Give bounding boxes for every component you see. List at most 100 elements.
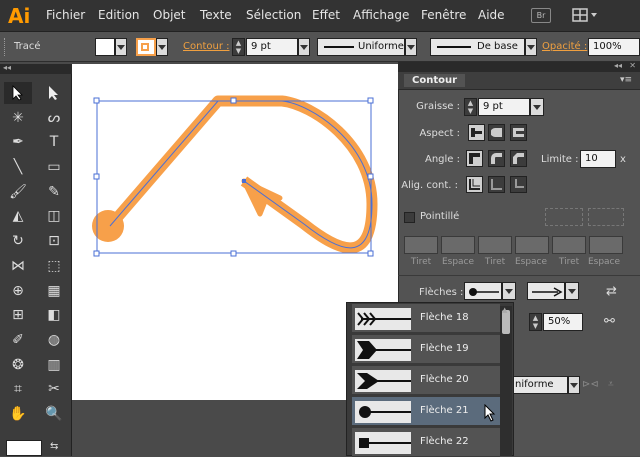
width-tool-icon[interactable]: ⋈ <box>4 255 32 277</box>
contour-link[interactable]: Contour : <box>183 41 229 52</box>
menu-affichage[interactable]: Affichage <box>353 8 409 22</box>
list-item-fleche-20[interactable]: Flèche 20 <box>352 366 500 395</box>
stroke-weight-stepper[interactable]: ▲ ▼ <box>232 38 245 56</box>
miter-join-icon[interactable] <box>466 150 483 167</box>
stroke-style-dropdown[interactable]: Uniforme <box>317 38 405 56</box>
bevel-join-icon[interactable] <box>510 150 527 167</box>
gap-label-3: Espace <box>587 257 621 267</box>
scale-stepper[interactable]: ▲ ▼ <box>529 313 542 331</box>
blend-tool-icon[interactable]: ◍ <box>40 329 68 351</box>
start-arrow-dropdown[interactable] <box>502 282 516 300</box>
scale-field[interactable]: 50% <box>543 313 583 331</box>
dash-preserve-icon[interactable] <box>545 208 583 226</box>
limite-field[interactable]: 10 <box>580 150 616 168</box>
link-scale-icon[interactable]: ⚯ <box>604 314 615 329</box>
panel-menu-icon[interactable]: ▾≡ <box>620 75 632 85</box>
magic-wand-tool-icon[interactable]: ✳ <box>4 107 32 129</box>
menu-objet[interactable]: Objet <box>153 8 185 22</box>
profile-arrow[interactable] <box>568 376 580 394</box>
list-item-fleche-21[interactable]: Flèche 21 <box>352 397 500 426</box>
swap-arrows-icon[interactable]: ⇄ <box>606 284 617 299</box>
gap-field-2[interactable] <box>515 236 549 254</box>
fill-dropdown[interactable] <box>115 38 127 56</box>
gap-field-3[interactable] <box>589 236 623 254</box>
scroll-up-icon[interactable]: ▲ <box>502 306 507 314</box>
stroke-swatch[interactable] <box>136 38 156 56</box>
menu-fenetre[interactable]: Fenêtre <box>421 8 466 22</box>
brush-dropdown[interactable]: De base <box>430 38 525 56</box>
brush-arrow[interactable] <box>525 38 537 56</box>
perspective-grid-tool-icon[interactable]: ▦ <box>40 280 68 302</box>
swap-colors-icon[interactable]: ⇆ <box>50 441 58 452</box>
list-item-fleche-19[interactable]: Flèche 19 <box>352 335 500 364</box>
lasso-tool-icon[interactable]: ᔕ <box>40 107 68 129</box>
workspace-switcher-icon[interactable] <box>572 7 598 23</box>
menu-selection[interactable]: Sélection <box>246 8 301 22</box>
align-inside-icon[interactable] <box>488 176 505 193</box>
round-join-icon[interactable] <box>488 150 505 167</box>
shape-builder-tool-icon[interactable]: ⊕ <box>4 280 32 302</box>
rotate-tool-icon[interactable]: ↻ <box>4 230 32 252</box>
end-arrow-select[interactable] <box>527 282 565 300</box>
opacity-link[interactable]: Opacité : <box>542 41 587 52</box>
dash-field-3[interactable] <box>552 236 586 254</box>
pointille-checkbox[interactable] <box>404 212 415 223</box>
fill-color-swatch[interactable] <box>6 440 42 456</box>
column-graph-tool-icon[interactable]: ▥ <box>40 354 68 376</box>
stroke-style-label: Uniforme <box>358 41 404 52</box>
pen-tool-icon[interactable]: ✒ <box>4 131 32 153</box>
rectangle-tool-icon[interactable]: ▭ <box>40 156 68 178</box>
paintbrush-tool-icon[interactable]: 🖌 <box>4 181 32 203</box>
zoom-tool-icon[interactable]: 🔍 <box>40 403 68 425</box>
graisse-field[interactable]: 9 pt <box>478 98 530 116</box>
dash-field-1[interactable] <box>404 236 438 254</box>
menu-effet[interactable]: Effet <box>312 8 340 22</box>
line-tool-icon[interactable]: ╲ <box>4 156 32 178</box>
artboard-tool-icon[interactable]: ⌗ <box>4 378 32 400</box>
slice-tool-icon[interactable]: ✂ <box>40 378 68 400</box>
list-item-fleche-22[interactable]: Flèche 22 <box>352 428 500 457</box>
start-arrow-select[interactable] <box>464 282 502 300</box>
flip-along-icon[interactable]: ⩡ <box>608 379 614 390</box>
menu-fichier[interactable]: Fichier <box>46 8 85 22</box>
pencil-tool-icon[interactable]: ✎ <box>40 181 68 203</box>
bridge-button[interactable]: Br <box>531 8 551 23</box>
graisse-stepper[interactable]: ▲ ▼ <box>464 98 477 116</box>
menu-texte[interactable]: Texte <box>200 8 232 22</box>
round-cap-icon[interactable] <box>488 124 505 141</box>
hand-tool-icon[interactable]: ✋ <box>4 403 32 425</box>
stroke-weight-field[interactable]: 9 pt <box>246 38 298 56</box>
opacity-field[interactable]: 100% <box>588 38 640 56</box>
gradient-tool-icon[interactable]: ◧ <box>40 304 68 326</box>
butt-cap-icon[interactable] <box>468 124 485 141</box>
flip-axis-icon[interactable]: ⊳⊲ <box>582 379 599 390</box>
blob-brush-tool-icon[interactable]: ◭ <box>4 205 32 227</box>
eraser-tool-icon[interactable]: ◫ <box>40 205 68 227</box>
menu-aide[interactable]: Aide <box>478 8 505 22</box>
align-center-icon[interactable] <box>466 176 483 193</box>
list-item-fleche-18[interactable]: Flèche 18 <box>352 304 500 333</box>
end-arrow-dropdown[interactable] <box>565 282 579 300</box>
eyedropper-tool-icon[interactable]: ✐ <box>4 329 32 351</box>
free-transform-tool-icon[interactable]: ⬚ <box>40 255 68 277</box>
fill-swatch[interactable] <box>95 38 115 56</box>
align-outside-icon[interactable] <box>510 176 527 193</box>
dash-field-2[interactable] <box>478 236 512 254</box>
tab-contour[interactable]: Contour <box>404 74 466 87</box>
profile-dropdown[interactable]: niforme <box>512 376 568 394</box>
stroke-weight-dropdown[interactable] <box>298 38 310 56</box>
type-tool-icon[interactable]: T <box>40 131 68 153</box>
dash-align-icon[interactable] <box>588 208 624 226</box>
mesh-tool-icon[interactable]: ⊞ <box>4 304 32 326</box>
gap-field-1[interactable] <box>441 236 475 254</box>
graisse-dropdown[interactable] <box>530 98 544 116</box>
dash-label-1: Tiret <box>410 257 432 267</box>
selection-tool-icon[interactable] <box>4 82 32 104</box>
stroke-style-arrow[interactable] <box>405 38 417 56</box>
direct-selection-tool-icon[interactable] <box>40 82 68 104</box>
menu-edition[interactable]: Edition <box>98 8 140 22</box>
projecting-cap-icon[interactable] <box>510 124 527 141</box>
scale-tool-icon[interactable]: ⊡ <box>40 230 68 252</box>
stroke-dropdown[interactable] <box>156 38 168 56</box>
symbol-sprayer-tool-icon[interactable]: ❂ <box>4 354 32 376</box>
